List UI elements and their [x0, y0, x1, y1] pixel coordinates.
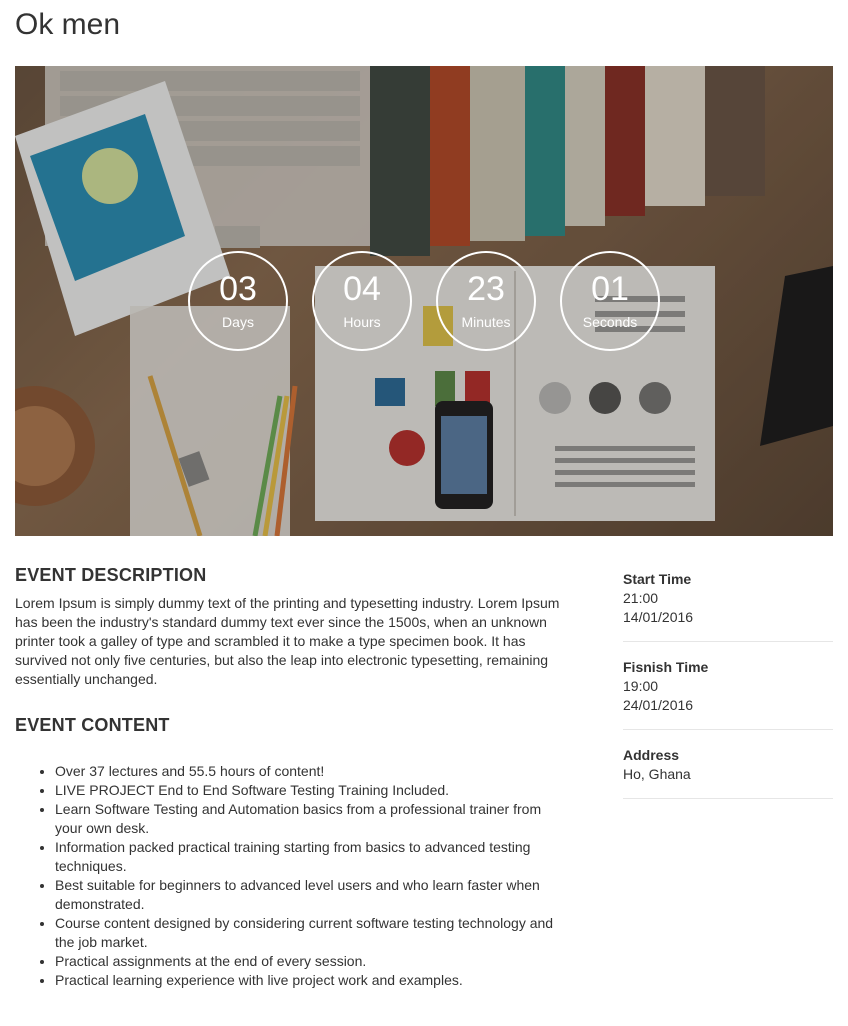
- finish-time-block: Fisnish Time 19:00 24/01/2016: [623, 658, 833, 730]
- address-block: Address Ho, Ghana: [623, 746, 833, 799]
- countdown-seconds-label: Seconds: [582, 314, 638, 330]
- countdown-minutes-label: Minutes: [461, 314, 511, 330]
- countdown-hours: 04 Hours: [312, 251, 412, 351]
- countdown-minutes-value: 23: [467, 270, 505, 308]
- event-content-list: Over 37 lectures and 55.5 hours of conte…: [15, 762, 563, 990]
- countdown-timer: 03 Days 04 Hours 23 Minutes 01 Seconds: [188, 251, 668, 351]
- event-hero-image: 03 Days 04 Hours 23 Minutes 01 Seconds: [15, 66, 833, 536]
- countdown-days-value: 03: [219, 270, 257, 308]
- list-item: Information packed practical training st…: [55, 838, 563, 876]
- list-item: Course content designed by considering c…: [55, 914, 563, 952]
- event-main-content: EVENT DESCRIPTION Lorem Ipsum is simply …: [15, 562, 563, 990]
- list-item: Best suitable for beginners to advanced …: [55, 876, 563, 914]
- list-item: Over 37 lectures and 55.5 hours of conte…: [55, 762, 563, 781]
- countdown-seconds-value: 01: [591, 270, 629, 308]
- event-description-text: Lorem Ipsum is simply dummy text of the …: [15, 595, 560, 687]
- countdown-hours-label: Hours: [343, 314, 381, 330]
- start-time-label: Start Time: [623, 571, 692, 587]
- event-description-heading: EVENT DESCRIPTION: [15, 565, 207, 585]
- address-label: Address: [623, 747, 680, 763]
- page-title: Ok men: [15, 8, 121, 41]
- start-time-value: 21:00: [623, 590, 659, 606]
- event-content-heading: EVENT CONTENT: [15, 715, 170, 735]
- event-details-sidebar: Start Time 21:00 14/01/2016 Fisnish Time…: [623, 570, 833, 815]
- list-item: Practical assignments at the end of ever…: [55, 952, 563, 971]
- countdown-days-label: Days: [222, 314, 254, 330]
- countdown-minutes: 23 Minutes: [436, 251, 536, 351]
- address-value: Ho, Ghana: [623, 766, 691, 782]
- list-item: Practical learning experience with live …: [55, 971, 563, 990]
- finish-time-value: 19:00: [623, 678, 659, 694]
- countdown-days: 03 Days: [188, 251, 288, 351]
- list-item: Learn Software Testing and Automation ba…: [55, 800, 563, 838]
- finish-time-label: Fisnish Time: [623, 659, 709, 675]
- start-date-value: 14/01/2016: [623, 609, 694, 625]
- finish-date-value: 24/01/2016: [623, 697, 694, 713]
- countdown-hours-value: 04: [343, 270, 381, 308]
- list-item: LIVE PROJECT End to End Software Testing…: [55, 781, 563, 800]
- countdown-seconds: 01 Seconds: [560, 251, 660, 351]
- start-time-block: Start Time 21:00 14/01/2016: [623, 570, 833, 642]
